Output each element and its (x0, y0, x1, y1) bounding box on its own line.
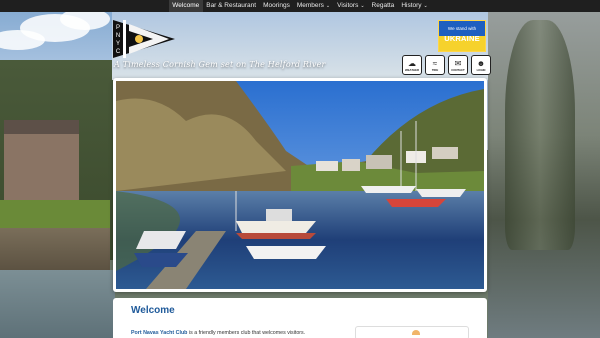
hero-photo-frame (113, 78, 487, 292)
club-name-link[interactable]: Port Navas Yacht Club (131, 330, 187, 336)
ukraine-support-badge[interactable]: We stand with UKRAINE (438, 20, 486, 52)
side-widget (355, 326, 469, 338)
club-burgee-logo[interactable]: PNYC (113, 20, 175, 58)
welcome-heading: Welcome (131, 305, 175, 316)
quick-links: ☁ WEATHER ≈ TIDE ✉ CONTACT ☻ LOGIN (402, 55, 491, 75)
burgee-letter: C (116, 49, 121, 55)
harbour-photo (116, 81, 484, 289)
chevron-down-icon: ⌄ (325, 3, 331, 9)
nav-item-bar-restaurant[interactable]: Bar & Restaurant (203, 0, 260, 12)
site-tagline: A Timeless Cornish Gem set on The Helfor… (114, 60, 326, 69)
ukraine-badge-line1: We stand with (447, 26, 477, 31)
burgee-letter: P (116, 25, 120, 31)
login-icon: ☻ (476, 58, 486, 68)
login-button[interactable]: ☻ LOGIN (471, 55, 491, 75)
tide-button[interactable]: ≈ TIDE (425, 55, 445, 75)
weather-icon: ☁ (408, 58, 416, 68)
nav-item-label: Welcome (172, 2, 200, 9)
contact-icon: ✉ (454, 58, 462, 68)
nav-item-members[interactable]: Members ⌄ (293, 0, 333, 12)
nav-item-label: Visitors (337, 2, 359, 9)
nav-item-label: History (401, 2, 422, 9)
contact-button[interactable]: ✉ CONTACT (448, 55, 468, 75)
login-label: LOGIN (476, 67, 486, 72)
nav-item-visitors[interactable]: Visitors ⌄ (334, 0, 368, 12)
nav-item-label: Members (296, 2, 324, 9)
nav-item-history[interactable]: History ⌄ (398, 0, 431, 12)
chevron-down-icon: ⌄ (360, 3, 365, 9)
burgee-letter: N (116, 33, 120, 39)
nav-item-moorings[interactable]: Moorings (260, 0, 294, 12)
ukraine-badge-line2: UKRAINE (444, 34, 480, 43)
welcome-intro-text: is a friendly members club that welcomes… (187, 330, 306, 336)
welcome-intro: Port Navas Yacht Club is a friendly memb… (131, 330, 305, 336)
tide-label: TIDE (431, 67, 439, 72)
weather-button[interactable]: ☁ WEATHER (402, 55, 422, 75)
main-navbar: Welcome Bar & Restaurant Moorings Members ⌄ V… (0, 0, 600, 12)
nav-item-regatta[interactable]: Regatta (368, 0, 398, 12)
nav-item-label: Bar & Restaurant (206, 2, 257, 9)
nav-item-label: Regatta (371, 2, 395, 9)
weather-label: WEATHER (405, 67, 419, 72)
welcome-card: Welcome Port Navas Yacht Club is a frien… (113, 298, 487, 338)
burgee-letter: Y (116, 41, 120, 47)
chevron-down-icon: ⌄ (423, 3, 428, 9)
nav-item-welcome[interactable]: Welcome (168, 0, 203, 12)
nav-item-label: Moorings (263, 2, 290, 9)
contact-label: CONTACT (451, 67, 465, 72)
tide-icon: ≈ (432, 58, 438, 68)
